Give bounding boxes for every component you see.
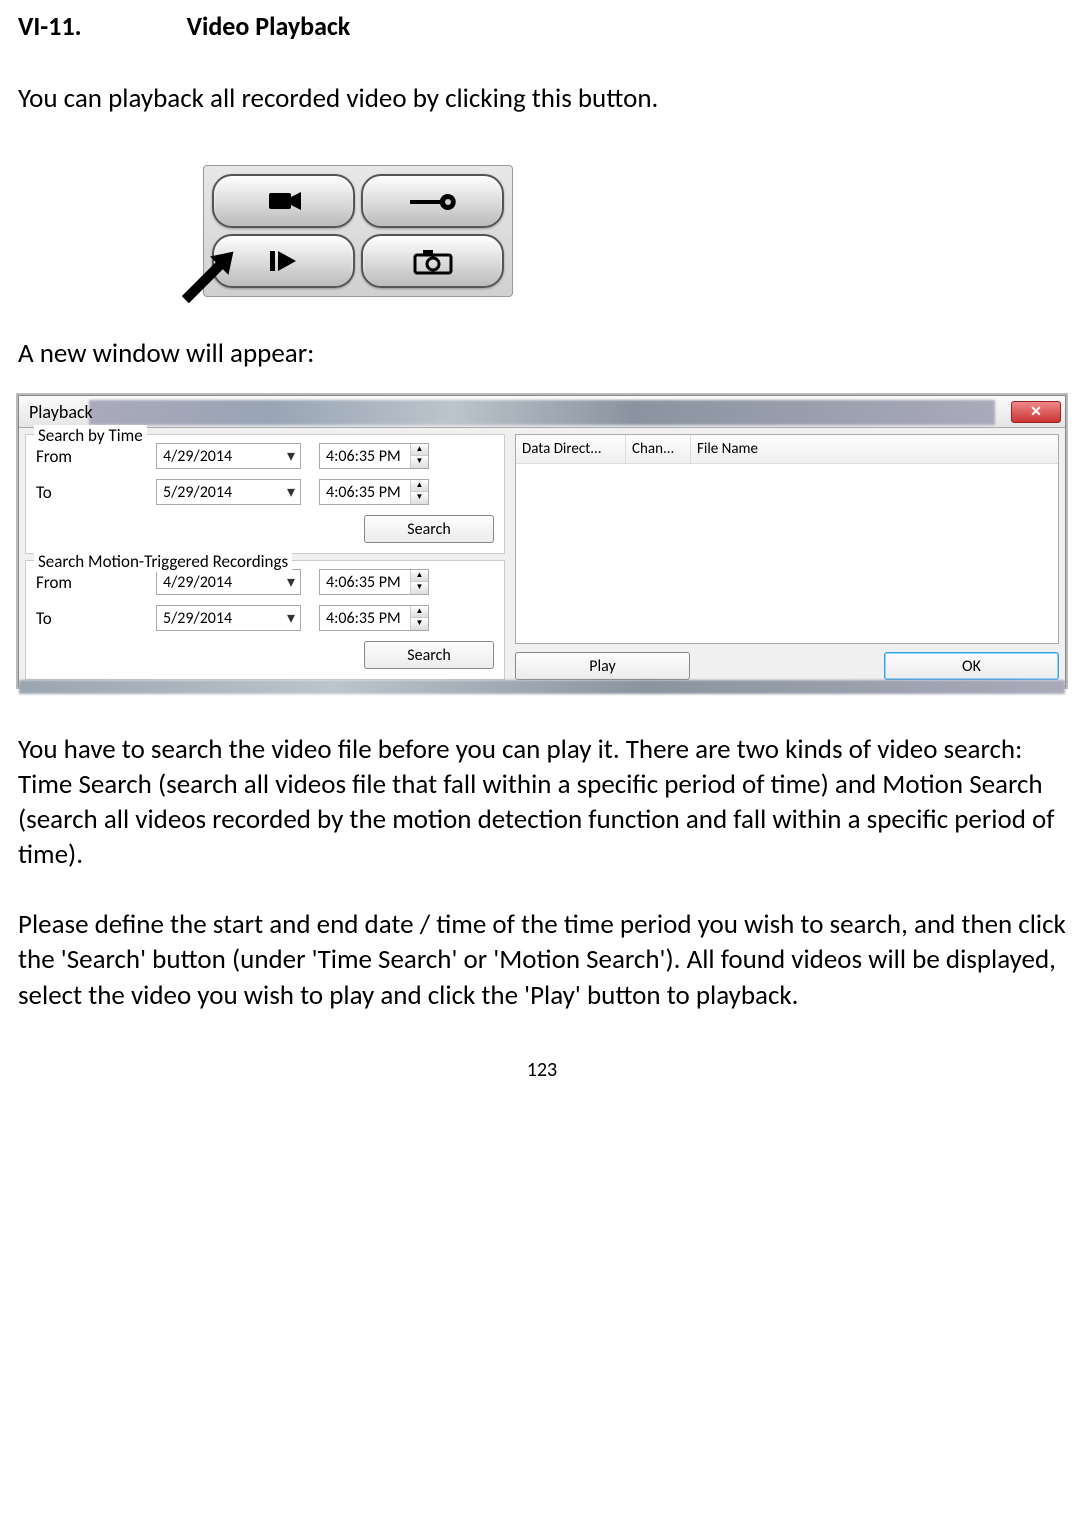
search-time-button[interactable]: Search [364, 515, 494, 543]
ok-button[interactable]: OK [884, 652, 1059, 680]
section-title: Video Playback [187, 10, 351, 42]
wrench-icon [404, 190, 462, 212]
close-icon: ✕ [1030, 403, 1042, 420]
motion-from-time-value: 4:06:35 PM [326, 573, 401, 592]
chevron-down-icon: ▾ [282, 446, 300, 466]
motion-to-time-value: 4:06:35 PM [326, 609, 401, 628]
from-time-value: 4:06:35 PM [326, 447, 401, 466]
motion-to-label: To [36, 608, 156, 629]
to-time-value: 4:06:35 PM [326, 483, 401, 502]
motion-from-date-value: 4/29/2014 [163, 573, 232, 592]
button-panel-illustration [138, 165, 1066, 297]
col-data-directory[interactable]: Data Direct... [516, 435, 626, 463]
to-date-picker[interactable]: 5/29/2014 ▾ [156, 479, 301, 505]
motion-from-date-picker[interactable]: 4/29/2014 ▾ [156, 569, 301, 595]
pointer-arrow-icon [138, 252, 203, 307]
from-date-value: 4/29/2014 [163, 447, 232, 466]
to-time-spinner[interactable]: 4:06:35 PM ▲▼ [319, 479, 429, 505]
col-channel[interactable]: Chan... [626, 435, 691, 463]
play-button[interactable]: Play [515, 652, 690, 680]
chevron-down-icon: ▾ [282, 608, 300, 628]
dialog-titlebar: Playback ✕ [19, 396, 1065, 428]
from-label: From [36, 446, 156, 467]
chevron-down-icon: ▾ [282, 482, 300, 502]
subhead-text: A new window will appear: [18, 337, 1066, 370]
playback-dialog: Playback ✕ Search by Time From 4/29/2014… [18, 395, 1066, 687]
motion-to-date-picker[interactable]: 5/29/2014 ▾ [156, 605, 301, 631]
snapshot-button[interactable] [361, 234, 504, 288]
window-shadow [19, 680, 1065, 694]
spinner-icon: ▲▼ [410, 444, 428, 468]
paragraph-1: You have to search the video file before… [18, 732, 1066, 872]
snapshot-camera-icon [409, 247, 457, 275]
section-heading: VI-11. Video Playback [18, 10, 1066, 42]
record-button[interactable] [212, 174, 355, 228]
results-list[interactable]: Data Direct... Chan... File Name [515, 434, 1059, 644]
settings-button[interactable] [361, 174, 504, 228]
dialog-title: Playback [29, 401, 93, 423]
from-date-picker[interactable]: 4/29/2014 ▾ [156, 443, 301, 469]
motion-to-date-value: 5/29/2014 [163, 609, 232, 628]
section-number: VI-11. [18, 10, 82, 42]
play-icon [266, 247, 302, 275]
search-by-time-legend: Search by Time [34, 425, 147, 446]
intro-text: You can playback all recorded video by c… [18, 82, 1066, 115]
motion-from-label: From [36, 572, 156, 593]
spinner-icon: ▲▼ [410, 606, 428, 630]
search-motion-group: Search Motion-Triggered Recordings From … [25, 560, 505, 680]
search-motion-button[interactable]: Search [364, 641, 494, 669]
search-motion-legend: Search Motion-Triggered Recordings [34, 551, 292, 572]
to-label: To [36, 482, 156, 503]
to-date-value: 5/29/2014 [163, 483, 232, 502]
motion-from-time-spinner[interactable]: 4:06:35 PM ▲▼ [319, 569, 429, 595]
paragraph-2: Please define the start and end date / t… [18, 907, 1066, 1012]
results-list-header: Data Direct... Chan... File Name [516, 435, 1058, 464]
page-number: 123 [18, 1058, 1066, 1082]
motion-to-time-spinner[interactable]: 4:06:35 PM ▲▼ [319, 605, 429, 631]
close-button[interactable]: ✕ [1011, 401, 1061, 423]
spinner-icon: ▲▼ [410, 480, 428, 504]
from-time-spinner[interactable]: 4:06:35 PM ▲▼ [319, 443, 429, 469]
spinner-icon: ▲▼ [410, 570, 428, 594]
camera-icon [259, 187, 309, 215]
chevron-down-icon: ▾ [282, 572, 300, 592]
search-by-time-group: Search by Time From 4/29/2014 ▾ 4:06:35 … [25, 434, 505, 554]
col-file-name[interactable]: File Name [691, 435, 1058, 463]
